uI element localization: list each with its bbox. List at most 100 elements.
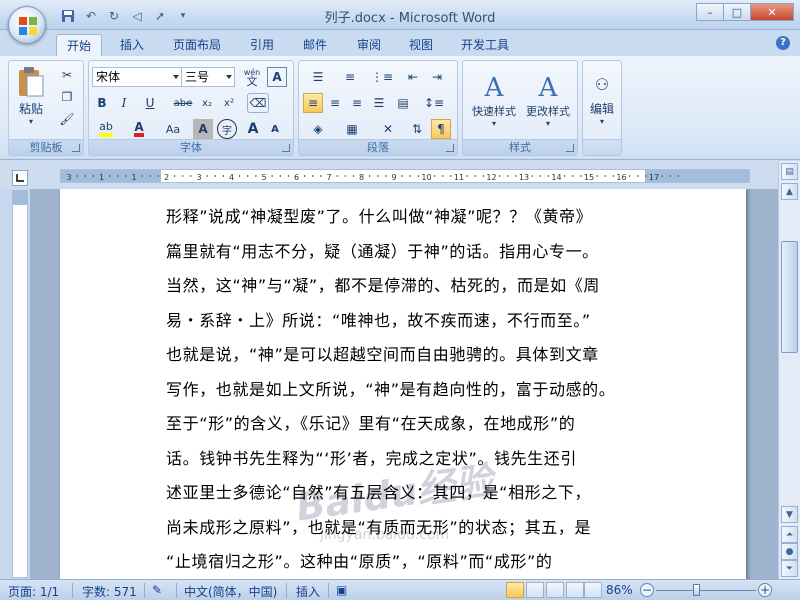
tab-home[interactable]: 开始 (56, 34, 102, 56)
format-painter-brush-icon[interactable]: 🖌 (57, 109, 77, 129)
view-ruler-icon[interactable]: ▤ (781, 163, 798, 180)
insert-mode[interactable]: 插入 (296, 583, 320, 600)
tab-mailings[interactable]: 邮件 (293, 34, 337, 56)
outline-view-icon[interactable] (566, 582, 584, 598)
styles-launcher-icon[interactable] (566, 144, 574, 152)
draft-view-icon[interactable] (584, 582, 602, 598)
clipboard-launcher-icon[interactable] (72, 144, 80, 152)
tab-review[interactable]: 审阅 (347, 34, 391, 56)
scroll-up-icon[interactable]: ▲ (781, 183, 798, 200)
office-button[interactable] (8, 6, 46, 44)
help-icon[interactable]: ? (776, 36, 790, 50)
scroll-thumb[interactable] (781, 241, 798, 353)
change-styles-button[interactable]: A 更改样式 ▾ (521, 65, 575, 135)
highlight-color-button[interactable]: ab (92, 119, 120, 139)
decrease-indent-icon[interactable]: ⇤ (403, 67, 423, 87)
document-line[interactable]: 尚未成形之原料”，也就是“有质而无形”的状态；其五，是 (166, 514, 591, 538)
font-launcher-icon[interactable] (282, 144, 290, 152)
close-button[interactable]: ✕ (750, 3, 794, 21)
next-page-icon[interactable]: ⏷ (781, 560, 798, 577)
document-line[interactable]: 述亚里士多德论“自然”有五层含义：其四，是“相形之下， (166, 479, 591, 503)
enclose-characters-button[interactable]: 字 (217, 119, 237, 139)
align-left-icon[interactable]: ≡ (303, 93, 323, 113)
tab-view[interactable]: 视图 (399, 34, 443, 56)
document-line[interactable]: 话。钱钟书先生释为“‘形’者，完成之定状”。钱先生还引 (166, 445, 577, 469)
borders-icon[interactable]: ▦ (337, 119, 367, 139)
format-painter-icon[interactable]: ◁ (127, 7, 147, 25)
multilevel-list-icon[interactable]: ⋮≡ (367, 67, 397, 87)
distributed-icon[interactable]: ▤ (393, 93, 413, 113)
clear-formatting-icon[interactable]: ⌫ (247, 93, 269, 113)
paragraph-launcher-icon[interactable] (446, 144, 454, 152)
increase-indent-icon[interactable]: ⇥ (427, 67, 447, 87)
redo-icon[interactable]: ↻ (104, 7, 124, 25)
horizontal-ruler[interactable]: 3 1 1 2 3 4 5 6 7 8 9 10 11 12 13 14 15 16 17 (60, 169, 750, 183)
zoom-slider-knob[interactable] (693, 584, 700, 596)
font-color-button[interactable]: A (125, 119, 153, 139)
tab-page-layout[interactable]: 页面布局 (164, 34, 230, 56)
paste-button[interactable]: 粘贴 ▾ (15, 65, 47, 127)
document-line[interactable]: 写作，也就是如上文所说，“神”是有趋向性的，富于动感的。 (166, 376, 615, 400)
cut-icon[interactable]: ✂ (57, 65, 77, 85)
character-shading-button[interactable]: A (193, 119, 213, 139)
superscript-button[interactable]: x² (219, 93, 239, 113)
macro-record-icon[interactable]: ▣ (336, 583, 347, 597)
document-line[interactable]: 易・系辞・上》所说：“唯神也，故不疾而速，不行而至。” (166, 307, 591, 331)
document-line[interactable]: 形释”说成“神凝型废”了。什么叫做“神凝”呢？？《黄帝》 (166, 203, 592, 227)
web-layout-view-icon[interactable] (546, 582, 564, 598)
subscript-button[interactable]: x₂ (197, 93, 217, 113)
justify-icon[interactable]: ☰ (369, 93, 389, 113)
zoom-slider[interactable] (656, 590, 756, 591)
vertical-ruler[interactable] (12, 190, 28, 578)
print-layout-view-icon[interactable] (506, 582, 524, 598)
chinese-layout-icon[interactable]: ✕ (373, 119, 403, 139)
character-border-button[interactable]: A (267, 67, 287, 87)
sort-icon[interactable]: ⇅ (407, 119, 427, 139)
align-center-icon[interactable]: ≡ (325, 93, 345, 113)
zoom-in-button[interactable]: + (758, 583, 772, 597)
language-status[interactable]: 中文(简体，中国) (184, 583, 277, 600)
zoom-level[interactable]: 86% (606, 583, 633, 597)
zoom-out-button[interactable]: − (640, 583, 654, 597)
grow-font-button[interactable]: A (243, 119, 263, 139)
document-page[interactable]: Baidu经验 jingyan.baidu.com 形释”说成“神凝型废”了。什… (60, 189, 746, 579)
copy-icon[interactable]: ❐ (57, 87, 77, 107)
shrink-font-button[interactable]: A (265, 119, 285, 139)
document-line[interactable]: 当然，这“神”与“凝”，都不是停滞的、枯死的，而是如《周 (166, 272, 600, 296)
customize-icon[interactable]: ▾ (173, 7, 193, 25)
tab-developer[interactable]: 开发工具 (452, 34, 518, 56)
tab-selector-icon[interactable] (12, 170, 28, 186)
tab-insert[interactable]: 插入 (110, 34, 154, 56)
proofing-icon[interactable]: ✎ (152, 583, 162, 597)
select-browse-object-icon[interactable]: ● (781, 543, 798, 560)
maximize-button[interactable]: □ (723, 3, 751, 21)
word-count[interactable]: 字数: 571 (82, 583, 137, 600)
save-icon[interactable] (58, 7, 78, 25)
quick-styles-button[interactable]: A 快速样式 ▾ (467, 65, 521, 135)
bold-button[interactable]: B (92, 93, 112, 113)
shading-icon[interactable]: ◈ (303, 119, 333, 139)
document-line[interactable]: “止境宿归之形”。这种由“原质”，“原料”而“成形”的 (166, 548, 553, 572)
vertical-scrollbar[interactable]: ▤ ▲ ▼ ⏶ ● ⏷ (778, 161, 800, 579)
bullets-icon[interactable]: ☰ (303, 67, 333, 87)
show-marks-icon[interactable]: ¶ (431, 119, 451, 139)
minimize-button[interactable]: – (696, 3, 724, 21)
document-line[interactable]: 也就是说，“神”是可以超越空间而自由驰骋的。具体到文章 (166, 341, 599, 365)
align-right-icon[interactable]: ≡ (347, 93, 367, 113)
page-count[interactable]: 页面: 1/1 (8, 583, 59, 600)
italic-button[interactable]: I (114, 93, 134, 113)
document-line[interactable]: 至于“形”的含义，《乐记》里有“在天成象，在地成形”的 (166, 410, 575, 434)
cursor-icon[interactable]: ➚ (150, 7, 170, 25)
previous-page-icon[interactable]: ⏶ (781, 526, 798, 543)
font-name-combo[interactable]: 宋体 (92, 67, 182, 87)
font-size-combo[interactable]: 三号 (181, 67, 235, 87)
document-line[interactable]: 篇里就有“用志不分，疑（通凝）于神”的话。指用心专一。 (166, 238, 599, 262)
line-spacing-icon[interactable]: ↕≡ (419, 93, 449, 113)
strikethrough-button[interactable]: abe (171, 93, 195, 113)
scroll-down-icon[interactable]: ▼ (781, 506, 798, 523)
editing-button[interactable]: ⚇ 编辑 ▾ (585, 65, 619, 135)
full-screen-reading-view-icon[interactable] (526, 582, 544, 598)
undo-icon[interactable]: ↶ (81, 7, 101, 25)
numbering-icon[interactable]: ≡ (335, 67, 365, 87)
change-case-button[interactable]: Aa (159, 119, 187, 139)
